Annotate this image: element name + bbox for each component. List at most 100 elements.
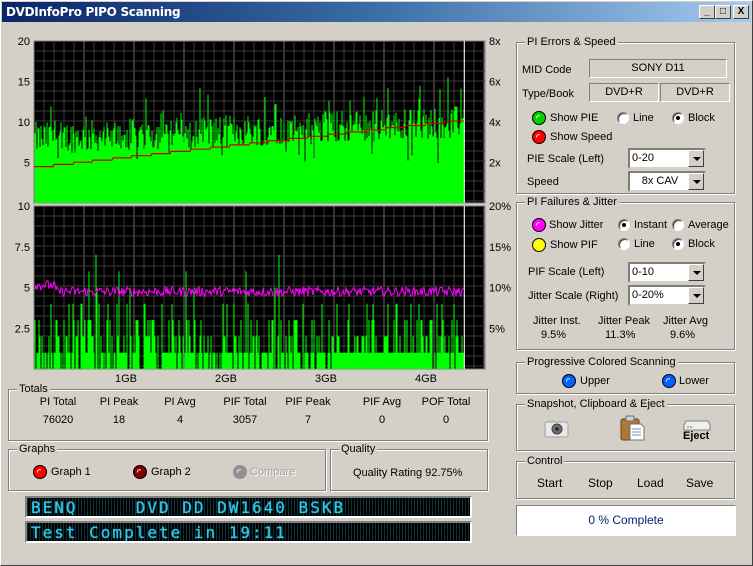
graph2-led-icon[interactable] xyxy=(133,465,147,479)
totals-label: PI Total xyxy=(39,396,77,408)
pie-block-radio[interactable] xyxy=(672,112,684,124)
show-speed-led-icon[interactable] xyxy=(532,130,546,144)
chevron-down-icon[interactable] xyxy=(688,287,704,304)
lower-led-icon[interactable] xyxy=(662,374,676,388)
totals-value: 3057 xyxy=(232,414,258,426)
jitter-instant-label[interactable]: Instant xyxy=(634,219,667,231)
status-display: Test Complete in 19:11 xyxy=(25,521,472,543)
load-button[interactable]: Load xyxy=(637,476,664,490)
pif-block-radio[interactable] xyxy=(672,238,684,250)
totals-label: PIF Avg xyxy=(362,396,402,408)
start-button[interactable]: Start xyxy=(537,476,562,490)
pi-errors-group: PI Errors & Speed MID Code SONY D11 Type… xyxy=(516,36,735,194)
pie-line-radio[interactable] xyxy=(617,112,629,124)
maximize-button[interactable]: □ xyxy=(715,5,731,19)
show-jitter-led-icon[interactable] xyxy=(532,218,546,232)
pie-scale-label: PIE Scale (Left) xyxy=(527,153,605,165)
show-pif-led-icon[interactable] xyxy=(532,238,546,252)
y2-tick-label: 8x xyxy=(489,36,501,48)
speed-select[interactable]: 8x CAV xyxy=(628,171,706,192)
upper-label[interactable]: Upper xyxy=(580,375,610,387)
pif-line-label[interactable]: Line xyxy=(634,238,655,250)
totals-group: Totals PI Total 76020 PI Peak 18 PI Avg 4 PIF … xyxy=(8,383,488,441)
y-tick-label: 5 xyxy=(24,158,30,170)
x-tick-label: 2GB xyxy=(215,373,237,385)
y2-tick-label: 5% xyxy=(489,323,505,335)
control-group: Control Start Stop Load Save xyxy=(516,455,735,499)
pie-scale-value: 0-20 xyxy=(632,152,655,164)
snapshot-group: Snapshot, Clipboard & Eject Eject xyxy=(516,398,735,451)
snapshot-legend: Snapshot, Clipboard & Eject xyxy=(525,398,667,410)
show-speed-label[interactable]: Show Speed xyxy=(550,131,612,143)
jitter-average-radio[interactable] xyxy=(672,219,684,231)
title-bar[interactable]: DVDInfoPro PIPO Scanning _ □ X xyxy=(2,2,751,22)
y2-tick-label: 6x xyxy=(489,77,501,89)
close-button[interactable]: X xyxy=(733,5,749,19)
graph2-label[interactable]: Graph 2 xyxy=(151,466,191,478)
pi-errors-legend: PI Errors & Speed xyxy=(525,36,618,48)
chevron-down-icon[interactable] xyxy=(688,150,704,167)
camera-icon[interactable] xyxy=(544,419,570,439)
y2-tick-label: 15% xyxy=(489,242,511,254)
stop-button[interactable]: Stop xyxy=(588,476,613,490)
jitter-avg-value: 9.6% xyxy=(670,329,696,341)
upper-led-icon[interactable] xyxy=(562,374,576,388)
y2-tick-label: 4x xyxy=(489,117,501,129)
jitter-average-label[interactable]: Average xyxy=(688,219,729,231)
show-pie-led-icon[interactable] xyxy=(532,111,546,125)
graphs-legend: Graphs xyxy=(17,443,58,455)
pif-scale-select[interactable]: 0-10 xyxy=(628,262,706,283)
pie-line-label[interactable]: Line xyxy=(633,112,654,124)
disc-type-value: DVD+R xyxy=(589,83,659,102)
quality-legend: Quality xyxy=(339,443,378,455)
pif-scale-label: PIF Scale (Left) xyxy=(528,266,605,278)
x-tick-label: 3GB xyxy=(315,373,337,385)
eject-button[interactable]: Eject xyxy=(683,419,711,445)
totals-label: PIF Peak xyxy=(285,396,331,408)
drive-info-display: BENQ DVD DD DW1640 BSKB xyxy=(25,496,472,518)
y2-tick-label: 20% xyxy=(489,201,511,213)
graphs-group: Graphs Graph 1 Graph 2 Compare xyxy=(8,443,326,491)
maximize-icon: □ xyxy=(719,6,727,17)
progressive-legend: Progressive Colored Scanning xyxy=(525,356,678,368)
graph1-led-icon[interactable] xyxy=(33,465,47,479)
jitter-peak-value: 11.3% xyxy=(605,329,636,341)
totals-value: 76020 xyxy=(42,414,74,426)
y-tick-label: 7.5 xyxy=(15,242,30,254)
mid-code-value: SONY D11 xyxy=(589,59,727,78)
jitter-instant-radio[interactable] xyxy=(618,219,630,231)
pif-line-radio[interactable] xyxy=(618,238,630,250)
minimize-button[interactable]: _ xyxy=(699,5,715,19)
show-pif-label[interactable]: Show PIF xyxy=(550,239,598,251)
scan-charts: 20 15 10 5 8x 6x 4x 2x 10 7.5 5 2.5 20% 15% 10% 5% 1GB 2G… xyxy=(15,36,511,385)
jitter-scale-select[interactable]: 0-20% xyxy=(628,285,706,306)
speed-label: Speed xyxy=(527,176,559,188)
totals-value: 0 xyxy=(378,414,386,426)
show-pie-label[interactable]: Show PIE xyxy=(550,112,598,124)
clipboard-icon[interactable] xyxy=(619,415,645,441)
jitter-peak-label: Jitter Peak xyxy=(598,315,650,327)
book-type-value: DVD+R xyxy=(660,83,730,102)
quality-rating: Quality Rating 92.75% xyxy=(353,467,463,479)
chevron-down-icon[interactable] xyxy=(688,173,704,190)
lower-label[interactable]: Lower xyxy=(679,375,709,387)
window-title: DVDInfoPro PIPO Scanning xyxy=(6,5,181,19)
chevron-down-icon[interactable] xyxy=(688,264,704,281)
totals-value: 7 xyxy=(304,414,312,426)
jitter-scale-label: Jitter Scale (Right) xyxy=(528,290,619,302)
pie-scale-select[interactable]: 0-20 xyxy=(628,148,706,169)
totals-label: PI Avg xyxy=(164,396,196,408)
close-icon: X xyxy=(737,6,745,17)
show-jitter-label[interactable]: Show Jitter xyxy=(549,219,603,231)
pie-block-label[interactable]: Block xyxy=(688,112,715,124)
pif-block-label[interactable]: Block xyxy=(688,238,715,250)
quality-group: Quality Quality Rating 92.75% xyxy=(330,443,488,491)
compare-led-icon xyxy=(233,465,247,479)
totals-label: POF Total xyxy=(421,396,471,408)
save-button[interactable]: Save xyxy=(686,476,713,490)
y-tick-label: 10 xyxy=(18,201,30,213)
graph1-label[interactable]: Graph 1 xyxy=(51,466,91,478)
y-tick-label: 20 xyxy=(18,36,30,48)
totals-value: 0 xyxy=(442,414,450,426)
jitter-inst-label: Jitter Inst. xyxy=(533,315,581,327)
